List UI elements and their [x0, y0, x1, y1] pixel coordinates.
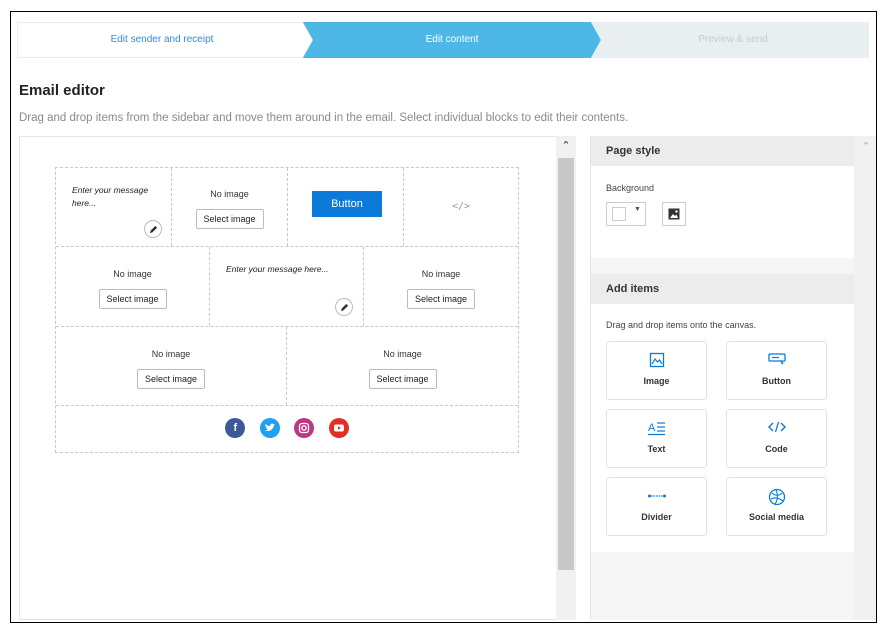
add-image-item[interactable]: Image	[606, 341, 707, 400]
message-placeholder: Enter your message here...	[226, 264, 329, 274]
background-color-picker[interactable]: ▼	[606, 202, 646, 226]
image-icon	[607, 352, 706, 370]
add-items-section: Drag and drop items onto the canvas. Ima…	[591, 304, 855, 552]
canvas-scrollbar[interactable]: ⌃	[556, 136, 576, 620]
item-label: Image	[643, 376, 670, 386]
button-icon	[727, 352, 826, 370]
text-block[interactable]: Enter your message here...	[56, 168, 172, 246]
page-title: Email editor	[19, 82, 105, 99]
background-image-button[interactable]	[662, 202, 686, 226]
email-row[interactable]: No image Select image No image Select im…	[56, 327, 518, 406]
social-row[interactable]: f	[56, 406, 518, 452]
page-description: Drag and drop items from the sidebar and…	[19, 112, 629, 124]
no-image-label: No image	[421, 269, 461, 279]
facebook-icon[interactable]: f	[225, 418, 246, 438]
chevron-down-icon: ▼	[634, 206, 641, 213]
code-icon	[727, 420, 826, 438]
step-preview-send[interactable]: Preview & send	[597, 22, 869, 58]
no-image-label: No image	[210, 189, 249, 199]
image-block[interactable]: No image Select image	[364, 247, 518, 326]
instagram-icon[interactable]	[294, 418, 315, 438]
social-icons: f	[56, 418, 518, 438]
email-row[interactable]: No image Select image Enter your message…	[56, 247, 518, 327]
add-code-item[interactable]: Code	[726, 409, 827, 468]
no-image-label: No image	[383, 349, 422, 359]
stepper: Edit sender and receipt Edit content Pre…	[17, 22, 869, 58]
scroll-up-icon[interactable]: ⌃	[854, 140, 876, 153]
page-style-section: Background ▼	[591, 166, 855, 258]
page-style-header[interactable]: Page style	[591, 136, 855, 166]
select-image-button[interactable]: Select image	[98, 289, 167, 309]
youtube-icon[interactable]	[328, 418, 349, 438]
message-placeholder: Enter your message here...	[72, 185, 149, 208]
image-block[interactable]: No image Select image	[56, 327, 287, 405]
image-block[interactable]: No image Select image	[56, 247, 210, 326]
svg-text:A: A	[648, 422, 656, 434]
select-image-button[interactable]: Select image	[368, 369, 437, 389]
item-label: Code	[765, 444, 788, 454]
select-image-button[interactable]: Select image	[406, 289, 476, 309]
drag-hint: Drag and drop items onto the canvas.	[606, 320, 757, 330]
item-label: Divider	[641, 512, 672, 522]
add-social-media-item[interactable]: Social media	[726, 477, 827, 536]
no-image-label: No image	[151, 349, 191, 359]
social-media-icon	[727, 488, 826, 506]
no-image-label: No image	[113, 269, 152, 279]
scroll-up-icon[interactable]: ⌃	[556, 136, 576, 156]
text-icon: A	[607, 420, 706, 438]
add-divider-item[interactable]: Divider	[606, 477, 707, 536]
image-icon	[668, 208, 680, 220]
item-label: Text	[647, 444, 666, 454]
edit-pencil-icon[interactable]	[335, 298, 353, 316]
scroll-thumb[interactable]	[558, 158, 574, 570]
sidebar-scrollbar[interactable]: ⌃	[854, 136, 876, 620]
image-block[interactable]: No image Select image	[172, 168, 288, 246]
app-frame: Edit sender and receipt Edit content Pre…	[10, 11, 877, 623]
select-image-button[interactable]: Select image	[136, 369, 206, 389]
email-row[interactable]: Enter your message here... No image Sele…	[56, 168, 518, 247]
code-block[interactable]: </>	[404, 168, 518, 246]
step-edit-content[interactable]: Edit content	[307, 22, 597, 58]
code-icon: </>	[451, 201, 471, 212]
sidebar-panel: Page style Background ▼ Add items Drag a…	[590, 136, 855, 620]
background-label: Background	[606, 183, 655, 193]
text-block[interactable]: Enter your message here...	[210, 247, 364, 326]
button-block[interactable]: Button	[288, 168, 404, 246]
add-text-item[interactable]: A Text	[606, 409, 707, 468]
email-layout: Enter your message here... No image Sele…	[55, 167, 519, 453]
color-swatch	[612, 207, 626, 221]
select-image-button[interactable]: Select image	[195, 209, 264, 229]
image-block[interactable]: No image Select image	[287, 327, 518, 405]
add-items-header[interactable]: Add items	[591, 274, 855, 304]
step-edit-sender[interactable]: Edit sender and receipt	[17, 22, 307, 58]
divider-icon	[607, 488, 706, 506]
item-label: Social media	[748, 512, 805, 522]
twitter-icon[interactable]	[259, 418, 280, 438]
email-button[interactable]: Button	[312, 191, 382, 217]
add-button-item[interactable]: Button	[726, 341, 827, 400]
edit-pencil-icon[interactable]	[144, 220, 162, 238]
item-label: Button	[762, 376, 791, 386]
